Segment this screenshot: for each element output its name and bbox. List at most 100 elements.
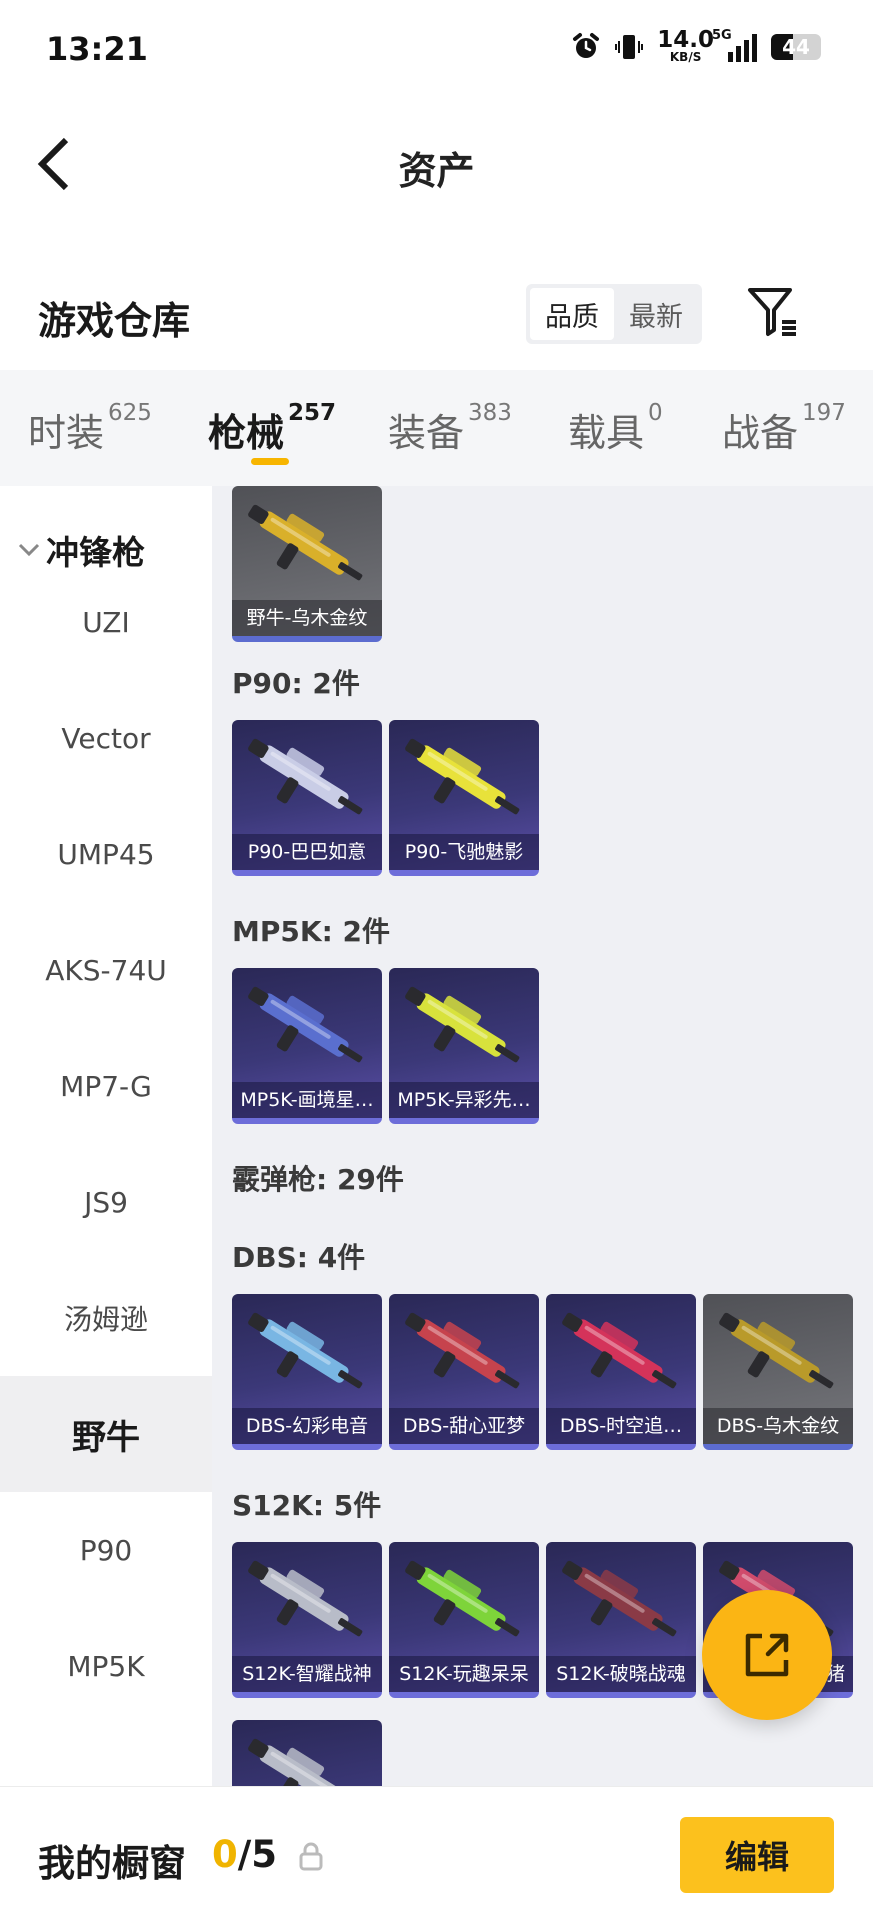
group-label-p90: P90: 2件 (232, 667, 360, 700)
item-card[interactable]: MP5K-异彩先… (389, 968, 539, 1124)
tab-count: 257 (288, 400, 337, 427)
item-card[interactable]: DBS-甜心亚梦 (389, 1294, 539, 1450)
sidebar-item-bizon[interactable]: 野牛 (0, 1376, 212, 1492)
category-tabs: 时装 625 枪械 257 装备 383 载具 0 战备 197 (0, 370, 873, 486)
weapon-image (562, 1560, 677, 1637)
net-speed-value: 14.0 (657, 27, 714, 53)
sidebar-item-vector[interactable]: Vector (0, 680, 212, 796)
item-card[interactable]: DBS-时空追… (546, 1294, 696, 1450)
tab-label: 时装 (28, 411, 105, 455)
alarm-icon (573, 32, 600, 58)
active-tab-indicator (251, 458, 289, 465)
sidebar-item-aks74u[interactable]: AKS-74U (0, 912, 212, 1028)
page-title: 资产 (398, 149, 475, 193)
weapon-image (562, 1312, 677, 1389)
warehouse-title: 游戏仓库 (38, 299, 191, 343)
signal-label: 5G (712, 27, 732, 43)
item-card-name: DBS-甜心亚梦 (389, 1408, 539, 1444)
filter-button[interactable] (746, 284, 802, 340)
tab-combat-gear[interactable]: 战备 197 (722, 400, 846, 457)
item-card[interactable] (232, 1720, 382, 1786)
item-card-name: DBS-乌木金纹 (703, 1408, 853, 1444)
signal-icon: 5G (712, 28, 757, 62)
group-label-s12k: S12K: 5件 (232, 1489, 382, 1522)
battery-level: 44 (782, 34, 810, 59)
net-speed-unit: KB/S (669, 49, 702, 64)
group-label-dbs: DBS: 4件 (232, 1241, 366, 1274)
status-time: 13:21 (46, 30, 148, 68)
edit-button[interactable]: 编辑 (680, 1817, 834, 1893)
weapon-image (248, 1312, 363, 1389)
tab-count: 0 (648, 400, 663, 427)
weapon-image (248, 1738, 349, 1786)
chevron-down-icon (18, 543, 40, 557)
status-icons: 14.0 KB/S 5G 44 (571, 27, 821, 64)
item-card[interactable]: P90-巴巴如意 (232, 720, 382, 876)
sidebar-item-ump45[interactable]: UMP45 (0, 796, 212, 912)
item-card-name: S12K-智耀战神 (232, 1656, 382, 1692)
sidebar-item-mp5k[interactable]: MP5K (0, 1608, 212, 1724)
filter-icon (748, 288, 796, 336)
lock-icon (299, 1842, 323, 1871)
item-card[interactable]: 野牛-乌木金纹 (232, 486, 382, 642)
tab-label: 载具 (568, 411, 645, 455)
item-card-name: MP5K-画境星… (232, 1082, 382, 1118)
showcase-count: 0/5 (212, 1833, 277, 1876)
bottom-bar: 我的橱窗 0/5 编辑 (0, 1786, 873, 1920)
tab-count: 625 (108, 400, 152, 427)
tab-equipment[interactable]: 装备 383 (388, 400, 512, 457)
tab-count: 197 (802, 400, 846, 427)
sidebar-item-mp7g[interactable]: MP7-G (0, 1028, 212, 1144)
item-card[interactable]: P90-飞驰魅影 (389, 720, 539, 876)
item-card-name: DBS-幻彩电音 (232, 1408, 382, 1444)
item-card-name: S12K-玩趣呆呆 (389, 1656, 539, 1692)
item-card[interactable]: S12K-智耀战神 (232, 1542, 382, 1698)
item-card-name: S12K-破晓战魂 (546, 1656, 696, 1692)
item-card-name: P90-飞驰魅影 (389, 834, 539, 870)
sidebar-item-p90[interactable]: P90 (0, 1492, 212, 1608)
tab-vehicles[interactable]: 载具 0 (568, 400, 663, 457)
weapon-image (405, 738, 520, 815)
sidebar-item-js9[interactable]: JS9 (0, 1144, 212, 1260)
item-card-name: 野牛-乌木金纹 (232, 600, 382, 636)
item-card[interactable]: S12K-玩趣呆呆 (389, 1542, 539, 1698)
sidebar-item-uzi[interactable]: UZI (0, 564, 212, 680)
sort-toggle: 品质 最新 (526, 284, 702, 344)
item-card[interactable]: MP5K-画境星… (232, 968, 382, 1124)
sidebar-item-thompson[interactable]: 汤姆逊 (0, 1260, 212, 1376)
battery-icon: 44 (771, 33, 821, 60)
weapon-image (248, 738, 363, 815)
item-card[interactable]: S12K-破晓战魂 (546, 1542, 696, 1698)
group-label-mp5k: MP5K: 2件 (232, 915, 390, 948)
weapon-sidebar: 冲锋枪 UZI Vector UMP45 AKS-74U MP7-G JS9 汤… (0, 486, 212, 1786)
tab-label: 枪械 (208, 411, 285, 455)
weapon-image (405, 1312, 520, 1389)
weapon-image (405, 986, 520, 1063)
item-card-name: MP5K-异彩先… (389, 1082, 539, 1118)
showcase-label: 我的橱窗 (38, 1842, 186, 1885)
group-label-shotguns: 霰弹枪: 29件 (232, 1163, 404, 1196)
weapon-image (248, 1560, 363, 1637)
tab-fashion[interactable]: 时装 625 (28, 400, 152, 457)
weapon-image (719, 1312, 834, 1389)
showcase-total: 5 (251, 1833, 278, 1876)
net-speed: 14.0 KB/S (657, 27, 714, 64)
showcase-separator: / (237, 1833, 252, 1876)
share-button[interactable] (702, 1590, 832, 1720)
weapon-image (248, 504, 363, 581)
tab-count: 383 (468, 400, 512, 427)
sort-option-quality[interactable]: 品质 (530, 288, 614, 340)
weapon-image (405, 1560, 520, 1637)
sort-option-newest[interactable]: 最新 (614, 288, 698, 340)
showcase-current: 0 (212, 1833, 238, 1876)
item-card-name: P90-巴巴如意 (232, 834, 382, 870)
status-bar: 13:21 14.0 KB/S 5G 44 (0, 0, 873, 100)
weapon-image (248, 986, 363, 1063)
item-card[interactable]: DBS-乌木金纹 (703, 1294, 853, 1450)
item-card-name: DBS-时空追… (546, 1408, 696, 1444)
vibrate-icon (615, 34, 644, 59)
share-external-icon (745, 1633, 789, 1677)
tab-firearms[interactable]: 枪械 257 (208, 400, 337, 457)
item-card[interactable]: DBS-幻彩电音 (232, 1294, 382, 1450)
tab-label: 战备 (722, 411, 799, 455)
